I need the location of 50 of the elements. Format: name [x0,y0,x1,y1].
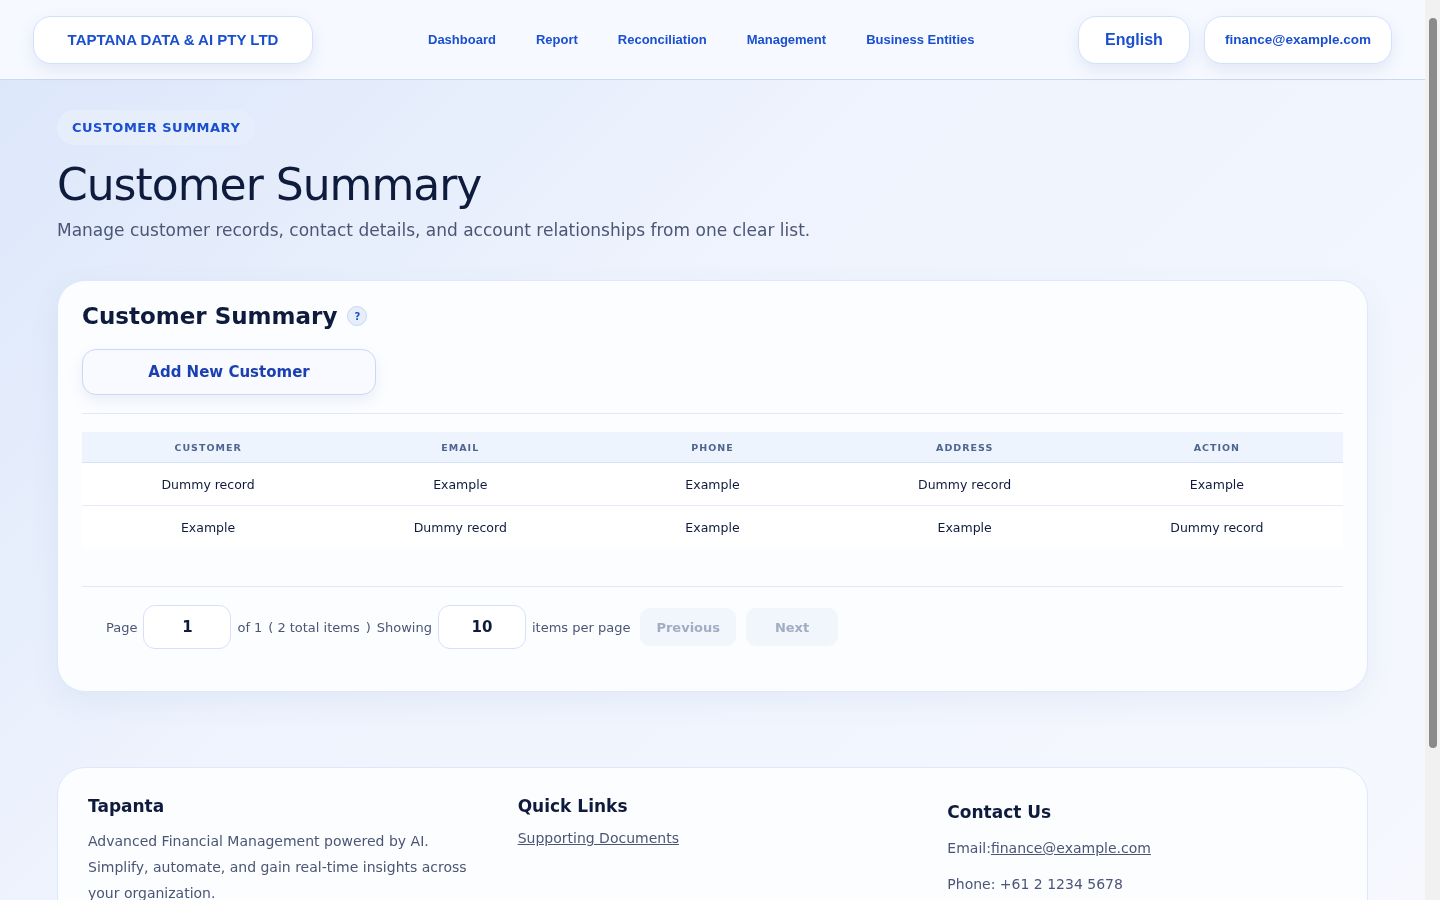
table-cell: Example [586,505,839,548]
table-cell: Example [1090,462,1343,506]
footer-text: Advanced Financial Management powered by AI. Simplify, automate, and gain real-time insights across your organization. [88,832,468,900]
table-cell: Example [334,462,587,506]
page-input[interactable]: 1 [143,605,232,649]
email-label: Email: [947,840,991,856]
footer-title: Tapanta [88,796,166,816]
column-header: PHONE [586,432,839,463]
table-cell: Example [838,505,1091,548]
page-count: 1 [254,619,263,635]
card-title: Customer Summary [82,303,338,329]
column-header: ACTION [1090,432,1343,463]
footer-link[interactable]: Supporting Documents [517,830,679,846]
table-cell: Dummy record [1090,505,1343,548]
showing-label: Showing [376,619,432,635]
table-cell: Dummy record [334,505,587,548]
table-cell: Dummy record [82,462,335,506]
table-cell: Example [586,462,839,506]
nav-link[interactable]: Business Entities [866,32,975,47]
company-name[interactable]: TAPTANA DATA & AI PTY LTD [33,15,313,64]
of-label: of [237,619,250,635]
page-subtitle: Manage customer records, contact details, and account relationships from one clear list. [57,220,812,240]
nav-link[interactable]: Dashboard [428,32,496,47]
nav-link[interactable]: Management [746,32,827,47]
section-badge: CUSTOMER SUMMARY [57,110,256,145]
account-button[interactable]: finance@example.com [1204,15,1392,64]
scrollbar[interactable] [1425,0,1440,900]
total-count: 2 [277,619,286,635]
phone-text: Phone: +61 2 1234 5678 [947,876,1124,892]
column-header: EMAIL [334,432,587,463]
nav-link[interactable]: Report [535,32,578,47]
add-customer-button[interactable]: Add New Customer [82,349,376,395]
total-label: total items [289,619,360,635]
column-header: ADDRESS [838,432,1091,463]
page-title: Customer Summary [57,159,483,210]
per-page-label: items per page [531,619,631,635]
email-link[interactable]: finance@example.com [990,840,1151,856]
paren: ( [268,619,274,635]
footer-title: Contact Us [947,802,1053,822]
nav-link[interactable]: Reconciliation [617,32,707,47]
paren: ) [365,619,371,635]
column-header: CUSTOMER [82,432,335,463]
footer-title: Quick Links [517,796,629,816]
language-button[interactable]: English [1078,15,1190,64]
help-icon[interactable]: ? [347,306,368,326]
per-page-input[interactable]: 10 [437,605,526,649]
table-cell: Example [82,505,335,548]
page-label: Page [106,619,138,635]
scrollbar-thumb[interactable] [1428,18,1437,748]
table-cell: Dummy record [838,462,1091,506]
